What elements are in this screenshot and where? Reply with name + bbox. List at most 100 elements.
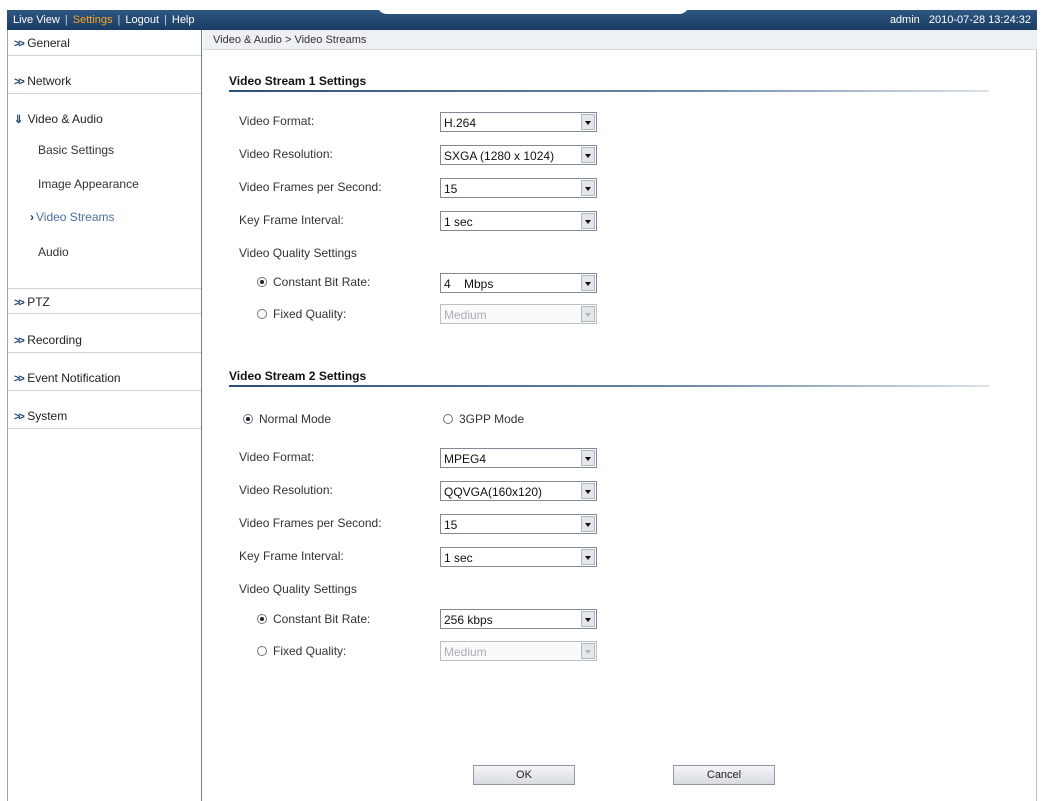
radio-label: Constant Bit Rate: xyxy=(273,275,371,289)
label-video-resolution: Video Resolution: xyxy=(239,483,333,497)
sidebar-item-label: PTZ xyxy=(27,295,50,309)
select-value: H.264 xyxy=(444,116,477,130)
select-value: Medium xyxy=(444,645,487,659)
double-chevron-right-icon: >> xyxy=(14,76,25,88)
sidebar-item-video-audio[interactable]: ⇓ Video & Audio xyxy=(8,106,201,132)
sidebar-subitem-label: Video Streams xyxy=(36,210,115,224)
select-video-resolution-2[interactable]: QQVGA(160x120) xyxy=(440,481,597,501)
label-video-fps: Video Frames per Second: xyxy=(239,180,382,194)
double-chevron-right-icon: >> xyxy=(14,335,25,347)
dropdown-arrow-icon xyxy=(581,611,595,627)
sidebar-item-ptz[interactable]: >> PTZ xyxy=(8,288,201,314)
select-key-frame-interval-2[interactable]: 1 sec xyxy=(440,547,597,567)
sidebar-item-network[interactable]: >> Network xyxy=(8,68,201,94)
dropdown-arrow-icon xyxy=(581,180,595,196)
breadcrumb: Video & Audio > Video Streams xyxy=(203,30,1037,50)
user-info: admin 2010-07-28 13:24:32 xyxy=(884,14,1031,26)
dropdown-arrow-icon xyxy=(581,483,595,499)
double-chevron-right-icon: >> xyxy=(14,411,25,423)
select-value: SXGA (1280 x 1024) xyxy=(444,149,555,163)
select-video-fps-1[interactable]: 15 xyxy=(440,178,597,198)
label-video-quality-settings: Video Quality Settings xyxy=(239,582,357,596)
double-chevron-down-icon: ⇓ xyxy=(14,114,24,126)
radio-fixed-quality-2[interactable]: Fixed Quality: xyxy=(257,644,346,658)
top-tab-notch xyxy=(377,4,689,14)
select-constant-bit-rate-1[interactable]: 4 Mbps xyxy=(440,273,597,293)
radio-selected-icon xyxy=(243,414,253,424)
select-value: 4 Mbps xyxy=(444,277,494,291)
double-chevron-right-icon: >> xyxy=(14,373,25,385)
sidebar-item-recording[interactable]: >> Recording xyxy=(8,327,201,353)
label-video-resolution: Video Resolution: xyxy=(239,147,333,161)
dropdown-arrow-icon xyxy=(581,450,595,466)
radio-fixed-quality-1[interactable]: Fixed Quality: xyxy=(257,307,346,321)
nav-help[interactable]: Help xyxy=(172,14,195,26)
chevron-right-icon: › xyxy=(30,210,34,224)
select-fixed-quality-1: Medium xyxy=(440,304,597,324)
select-video-format-2[interactable]: MPEG4 xyxy=(440,448,597,468)
select-video-resolution-1[interactable]: SXGA (1280 x 1024) xyxy=(440,145,597,165)
section-title-stream1: Video Stream 1 Settings xyxy=(229,74,367,88)
radio-unselected-icon xyxy=(257,309,267,319)
radio-normal-mode[interactable]: Normal Mode xyxy=(243,412,331,426)
label-video-format: Video Format: xyxy=(239,114,315,128)
select-video-fps-2[interactable]: 15 xyxy=(440,514,597,534)
radio-unselected-icon xyxy=(443,414,453,424)
label-key-frame-interval: Key Frame Interval: xyxy=(239,549,344,563)
dropdown-arrow-icon xyxy=(581,114,595,130)
sidebar-item-label: Recording xyxy=(27,333,82,347)
radio-label: 3GPP Mode xyxy=(459,412,525,426)
dropdown-arrow-icon xyxy=(581,549,595,565)
double-chevron-right-icon: >> xyxy=(14,297,25,309)
nav-separator: | xyxy=(64,14,68,26)
dropdown-arrow-icon xyxy=(581,147,595,163)
sidebar-item-system[interactable]: >> System xyxy=(8,403,201,429)
nav-logout[interactable]: Logout xyxy=(125,14,159,26)
radio-label: Fixed Quality: xyxy=(273,644,347,658)
nav-live-view[interactable]: Live View xyxy=(13,14,60,26)
cancel-button[interactable]: Cancel xyxy=(673,765,775,785)
dropdown-arrow-icon xyxy=(581,306,595,322)
double-chevron-right-icon: >> xyxy=(14,38,25,50)
select-fixed-quality-2: Medium xyxy=(440,641,597,661)
label-video-fps: Video Frames per Second: xyxy=(239,516,382,530)
sidebar-subitem-audio[interactable]: Audio xyxy=(38,245,69,259)
radio-constant-bit-rate-1[interactable]: Constant Bit Rate: xyxy=(257,275,370,289)
radio-label: Constant Bit Rate: xyxy=(273,612,371,626)
select-value: 15 xyxy=(444,518,458,532)
radio-label: Normal Mode xyxy=(259,412,332,426)
sidebar-subitem-video-streams[interactable]: › Video Streams xyxy=(30,210,115,224)
main-panel: Video & Audio > Video Streams Video Stre… xyxy=(203,30,1037,801)
top-navigation-bar: Live View | Settings | Logout | Help admin 201… xyxy=(7,4,1037,30)
label-video-quality-settings: Video Quality Settings xyxy=(239,246,357,260)
sidebar-subitem-basic-settings[interactable]: Basic Settings xyxy=(38,143,114,157)
select-constant-bit-rate-2[interactable]: 256 kbps xyxy=(440,609,597,629)
nav-separator: | xyxy=(117,14,121,26)
select-value: 256 kbps xyxy=(444,613,493,627)
select-video-format-1[interactable]: H.264 xyxy=(440,112,597,132)
select-value: Medium xyxy=(444,308,487,322)
dropdown-arrow-icon xyxy=(581,516,595,532)
select-value: QQVGA(160x120) xyxy=(444,485,543,499)
radio-3gpp-mode[interactable]: 3GPP Mode xyxy=(443,412,524,426)
ok-button[interactable]: OK xyxy=(473,765,575,785)
select-value: MPEG4 xyxy=(444,452,487,466)
dropdown-arrow-icon xyxy=(581,213,595,229)
sidebar: >> General >> Network ⇓ Video & Audio Ba… xyxy=(7,30,202,801)
select-value: 1 sec xyxy=(444,215,473,229)
select-value: 15 xyxy=(444,182,458,196)
top-nav-links: Live View | Settings | Logout | Help xyxy=(13,14,195,26)
radio-selected-icon xyxy=(257,614,267,624)
radio-label: Fixed Quality: xyxy=(273,307,347,321)
radio-unselected-icon xyxy=(257,646,267,656)
nav-settings[interactable]: Settings xyxy=(73,14,113,26)
select-value: 1 sec xyxy=(444,551,473,565)
select-key-frame-interval-1[interactable]: 1 sec xyxy=(440,211,597,231)
sidebar-item-general[interactable]: >> General xyxy=(8,30,201,56)
dropdown-arrow-icon xyxy=(581,275,595,291)
sidebar-item-label: Event Notification xyxy=(27,371,121,385)
sidebar-item-label: System xyxy=(27,409,68,423)
sidebar-item-event-notification[interactable]: >> Event Notification xyxy=(8,365,201,391)
radio-constant-bit-rate-2[interactable]: Constant Bit Rate: xyxy=(257,612,370,626)
sidebar-subitem-image-appearance[interactable]: Image Appearance xyxy=(38,177,139,191)
